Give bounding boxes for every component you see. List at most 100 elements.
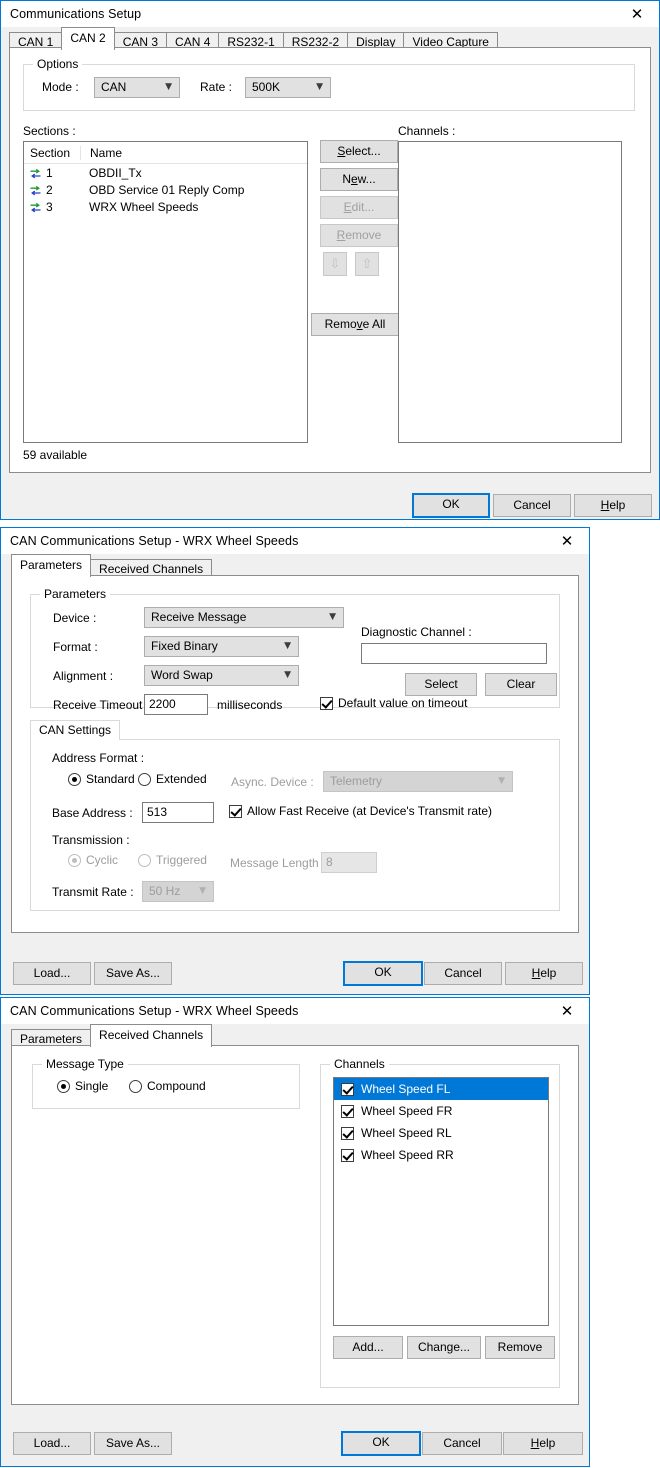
list-item[interactable]: Wheel Speed RR (334, 1144, 548, 1166)
transmit-rate-label: Transmit Rate : (52, 885, 134, 899)
channel-label: Wheel Speed RL (361, 1126, 452, 1140)
add-channel-button[interactable]: Add... (333, 1336, 403, 1359)
checkbox-icon (320, 696, 333, 710)
window-title: CAN Communications Setup - WRX Wheel Spe… (10, 1004, 299, 1018)
list-item[interactable]: Wheel Speed FL (334, 1078, 548, 1100)
table-row[interactable]: 3 WRX Wheel Speeds (24, 198, 307, 215)
change-channel-button[interactable]: Change... (407, 1336, 481, 1359)
receive-timeout-label: Receive Timeout : (53, 698, 150, 712)
close-icon[interactable]: ✕ (545, 529, 589, 554)
table-row[interactable]: 2 OBD Service 01 Reply Comp (24, 181, 307, 198)
chevron-down-icon: ▼ (165, 82, 172, 92)
ok-button[interactable]: OK (412, 493, 490, 518)
receive-timeout-input[interactable]: 2200 (144, 694, 208, 715)
channels-checklist[interactable]: Wheel Speed FL Wheel Speed FR Wheel Spee… (333, 1077, 549, 1326)
sections-label: Sections : (23, 124, 76, 138)
rate-value: 500K (252, 80, 281, 94)
tab-panel-can-2: Options Mode : CAN ▼ Rate : 500K ▼ Secti… (9, 47, 651, 473)
alignment-combo[interactable]: Word Swap ▼ (144, 665, 299, 686)
section-number: 3 (46, 199, 53, 214)
message-type-group-label: Message Type (42, 1057, 128, 1071)
can-received-channels-window: CAN Communications Setup - WRX Wheel Spe… (0, 997, 590, 1467)
milliseconds-label: milliseconds (217, 698, 283, 712)
checkbox-icon[interactable] (341, 1104, 354, 1118)
extended-label: Extended (156, 772, 207, 786)
tab-received-channels[interactable]: Received Channels (90, 1024, 213, 1047)
help-button[interactable]: Help (574, 494, 652, 517)
load-button[interactable]: Load... (13, 962, 91, 985)
message-length-input: 8 (321, 852, 377, 873)
list-item[interactable]: Wheel Speed RL (334, 1122, 548, 1144)
device-combo[interactable]: Receive Message ▼ (144, 607, 344, 628)
sections-listbox[interactable]: Section Name 1 OBDII_Tx 2 OBD Service 01… (23, 141, 308, 443)
tab-strip: CAN 1 CAN 2 CAN 3 CAN 4 RS232-1 RS232-2 Displa… (1, 27, 659, 52)
rate-combo[interactable]: 500K ▼ (245, 77, 331, 98)
chevron-down-icon: ▼ (316, 82, 323, 92)
diagnostic-channel-input[interactable] (361, 643, 547, 664)
section-number: 2 (46, 182, 53, 197)
message-type-single-radio[interactable]: Single (57, 1079, 108, 1093)
address-format-extended-radio[interactable]: Extended (138, 772, 207, 786)
default-on-timeout-checkbox[interactable]: Default value on timeout (320, 696, 467, 710)
format-combo[interactable]: Fixed Binary ▼ (144, 636, 299, 657)
diagnostic-select-button[interactable]: Select (405, 673, 477, 696)
new-button[interactable]: New... (320, 168, 398, 191)
close-icon[interactable]: ✕ (615, 2, 659, 27)
radio-icon (138, 772, 151, 786)
cancel-button[interactable]: Cancel (493, 494, 571, 517)
mode-combo[interactable]: CAN ▼ (94, 77, 180, 98)
transmission-cyclic-radio: Cyclic (68, 853, 118, 867)
checkbox-icon[interactable] (341, 1148, 354, 1162)
help-button[interactable]: Help (505, 962, 583, 985)
checkbox-icon[interactable] (341, 1082, 354, 1096)
move-up-button: ⇧ (355, 252, 379, 276)
help-button[interactable]: Help (503, 1432, 583, 1455)
titlebar: Communications Setup ✕ (1, 1, 659, 27)
help-label-rest: elp (540, 966, 557, 980)
mode-value: CAN (101, 80, 127, 94)
load-button[interactable]: Load... (13, 1432, 91, 1455)
save-as-button[interactable]: Save As... (94, 1432, 172, 1455)
communications-setup-window: Communications Setup ✕ CAN 1 CAN 2 CAN 3 CA… (0, 0, 660, 520)
remove-channel-button[interactable]: Remove (485, 1336, 555, 1359)
sections-status: 59 available (23, 448, 88, 462)
ok-button[interactable]: OK (341, 1431, 421, 1456)
arrow-up-icon: ⇧ (361, 256, 373, 271)
channels-listbox[interactable] (398, 141, 622, 443)
format-value: Fixed Binary (151, 639, 218, 653)
message-type-compound-radio[interactable]: Compound (129, 1079, 206, 1093)
remove-all-button[interactable]: Remove All (311, 313, 399, 336)
cancel-button[interactable]: Cancel (422, 1432, 502, 1455)
edit-button-label-rest: dit... (351, 200, 375, 214)
channel-label: Wheel Speed FL (361, 1082, 451, 1096)
diagnostic-clear-button[interactable]: Clear (485, 673, 557, 696)
transmit-rate-value: 50 Hz (149, 884, 181, 898)
table-row[interactable]: 1 OBDII_Tx (24, 164, 307, 181)
allow-fast-receive-checkbox[interactable]: Allow Fast Receive (at Device's Transmit… (229, 804, 492, 818)
transmission-label: Transmission : (52, 833, 130, 847)
section-name: OBDII_Tx (89, 165, 142, 180)
base-address-input[interactable]: 513 (142, 802, 214, 823)
help-label-rest: elp (539, 1436, 556, 1450)
allow-fast-receive-label: Allow Fast Receive (at Device's Transmit… (247, 804, 493, 818)
close-icon[interactable]: ✕ (545, 999, 589, 1024)
checkbox-icon[interactable] (341, 1126, 354, 1140)
cancel-button[interactable]: Cancel (424, 962, 502, 985)
save-as-button[interactable]: Save As... (94, 962, 172, 985)
tab-can-2[interactable]: CAN 2 (61, 27, 115, 50)
parameters-group-label: Parameters (40, 587, 111, 601)
new-button-label-rest: w... (357, 172, 376, 186)
ok-button[interactable]: OK (343, 961, 423, 986)
remove-button: Remove (320, 224, 398, 247)
titlebar: CAN Communications Setup - WRX Wheel Spe… (1, 998, 589, 1024)
options-group-label: Options (33, 57, 83, 71)
select-button-label-rest: elect... (345, 144, 381, 158)
column-header-name: Name (80, 145, 307, 160)
radio-icon (129, 1079, 142, 1093)
list-item[interactable]: Wheel Speed FR (334, 1100, 548, 1122)
tab-can-settings[interactable]: CAN Settings (30, 720, 121, 740)
tab-parameters[interactable]: Parameters (11, 554, 92, 577)
select-button[interactable]: Select... (320, 140, 398, 163)
address-format-standard-radio[interactable]: Standard (68, 772, 135, 786)
window-title: CAN Communications Setup - WRX Wheel Spe… (10, 534, 299, 548)
